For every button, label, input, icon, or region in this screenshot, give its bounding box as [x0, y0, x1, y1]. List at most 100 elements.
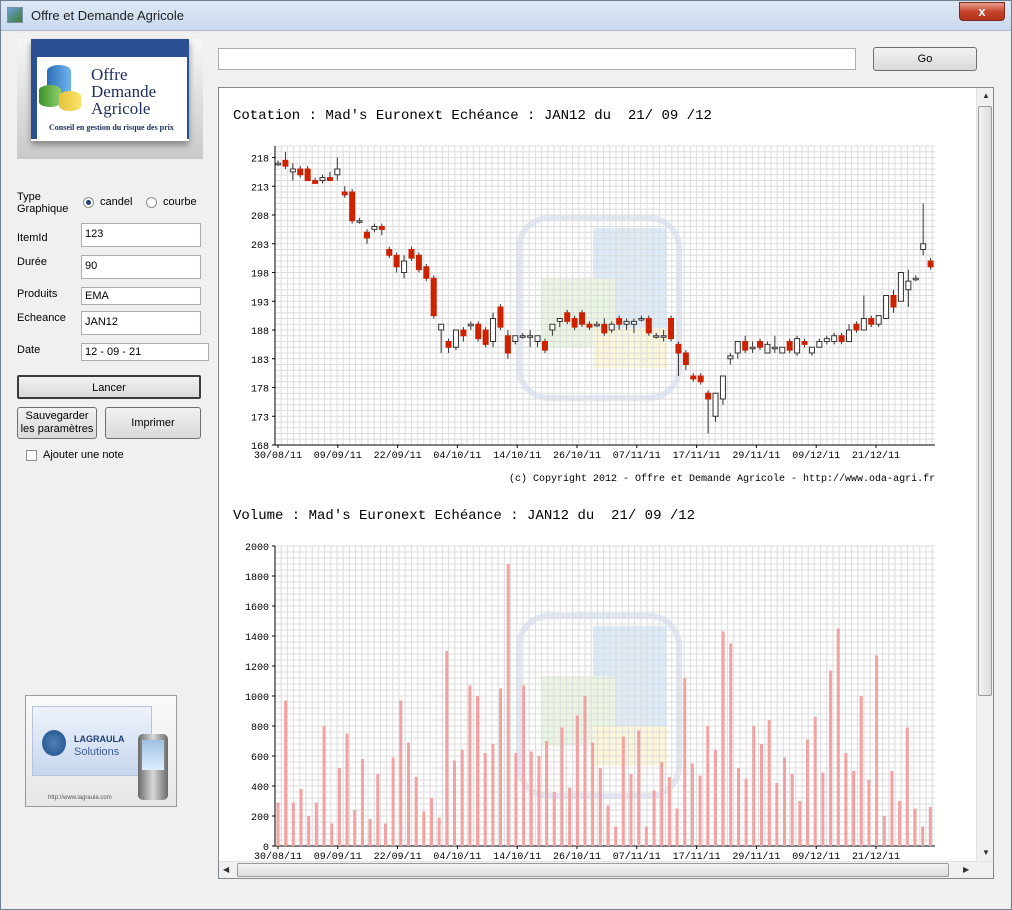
- volume-bar: [360, 759, 364, 846]
- volume-bar: [759, 744, 763, 846]
- y-tick-label: 218: [251, 155, 269, 166]
- go-button[interactable]: Go: [873, 47, 977, 71]
- candel-radio[interactable]: [83, 197, 94, 208]
- candle: [423, 263, 430, 282]
- duree-label: Durée: [17, 256, 47, 268]
- y-tick-label: 1000: [245, 693, 269, 704]
- candle: [289, 163, 296, 181]
- volume-bar: [875, 655, 879, 846]
- search-input[interactable]: [218, 48, 856, 70]
- y-tick-label: 208: [251, 212, 269, 223]
- candle: [371, 223, 378, 233]
- y-tick-label: 178: [251, 385, 269, 396]
- volume-bar: [806, 739, 810, 846]
- echeance-field[interactable]: JAN12: [81, 311, 201, 335]
- oda-logo: Offre & Demande Agricole Conseil en gest…: [17, 39, 203, 159]
- volume-bar: [483, 753, 487, 846]
- window-title: Offre et Demande Agricole: [31, 8, 184, 23]
- horizontal-scroll-thumb[interactable]: [237, 863, 949, 877]
- volume-bar: [921, 826, 925, 846]
- candle: [326, 171, 333, 181]
- volume-bar: [560, 727, 564, 846]
- volume-bar: [284, 700, 288, 846]
- volume-bar: [644, 826, 648, 846]
- y-tick-label: 800: [251, 723, 269, 734]
- volume-bar: [330, 823, 334, 846]
- imprimer-button[interactable]: Imprimer: [105, 407, 201, 439]
- scroll-right-icon[interactable]: ▶: [963, 865, 969, 875]
- itemid-field[interactable]: 123: [81, 223, 201, 247]
- candle: [764, 341, 771, 354]
- lagraula-banner[interactable]: LAGRAULA Solutions http://www.lagraula.c…: [25, 695, 177, 807]
- volume-bar: [537, 756, 541, 846]
- courbe-radio[interactable]: [146, 197, 157, 208]
- date-label: Date: [17, 344, 41, 356]
- lagraula-brand: LAGRAULA: [74, 734, 125, 744]
- candle: [452, 329, 459, 351]
- phone-icon: [138, 734, 168, 800]
- copyright-text: (c) Copyright 2012 - Offre et Demande Ag…: [509, 474, 936, 485]
- sauvegarder-button[interactable]: Sauvegarder les paramètres: [17, 407, 97, 439]
- candle: [504, 330, 511, 359]
- candle: [786, 338, 793, 353]
- volume-bar: [406, 742, 410, 846]
- volume-bar: [591, 742, 595, 846]
- volume-bar: [468, 685, 472, 846]
- candle: [408, 246, 415, 261]
- close-button[interactable]: x: [959, 2, 1005, 21]
- candle: [705, 390, 712, 434]
- volume-bar: [675, 808, 679, 846]
- candel-radio-label: candel: [100, 196, 133, 208]
- volume-bar: [422, 811, 426, 846]
- volume-bar: [790, 774, 794, 846]
- scroll-left-icon[interactable]: ◀: [223, 865, 229, 875]
- candle: [883, 295, 890, 319]
- volume-bar: [798, 801, 802, 846]
- volume-bar: [890, 771, 894, 846]
- lancer-button[interactable]: Lancer: [17, 375, 201, 399]
- volume-bar: [299, 789, 303, 846]
- candle: [312, 177, 319, 184]
- volume-bar: [337, 768, 341, 846]
- candle: [727, 353, 734, 365]
- volume-bar: [353, 810, 357, 846]
- logo-line1: Offre: [91, 65, 128, 84]
- candle: [645, 315, 652, 336]
- main-window: Offre et Demande Agricole x Offre & Dema…: [0, 0, 1012, 910]
- produits-label: Produits: [17, 288, 58, 300]
- candle: [393, 252, 400, 273]
- volume-bar: [414, 777, 418, 846]
- y-tick-label: 213: [251, 183, 269, 194]
- produits-field[interactable]: EMA: [81, 287, 201, 305]
- y-tick-label: 188: [251, 327, 269, 338]
- y-tick-label: 203: [251, 241, 269, 252]
- volume-bar: [652, 790, 656, 846]
- volume-bar: [844, 753, 848, 846]
- volume-bar: [660, 762, 664, 846]
- y-tick-label: 193: [251, 298, 269, 309]
- cotation-chart: 16817317818318819319820320821321830/08/1…: [251, 145, 935, 462]
- volume-bar: [606, 805, 610, 846]
- candle: [467, 321, 474, 330]
- scroll-down-icon[interactable]: ▼: [982, 848, 990, 858]
- duree-field[interactable]: 90: [81, 255, 201, 279]
- volume-bar: [852, 771, 856, 846]
- y-tick-label: 173: [251, 413, 269, 424]
- vertical-scrollbar[interactable]: ▲ ▼: [976, 88, 993, 862]
- vertical-scroll-thumb[interactable]: [978, 106, 992, 696]
- volume-bar: [859, 696, 863, 846]
- volume-bar: [399, 700, 403, 846]
- volume-bar: [545, 741, 549, 846]
- candle: [482, 327, 489, 348]
- x-tick-label: 09/09/11: [314, 450, 362, 462]
- logo-line3: Agricole: [91, 99, 151, 118]
- horizontal-scrollbar[interactable]: ◀ ▶: [219, 861, 993, 878]
- ajouter-note-checkbox[interactable]: [26, 450, 37, 461]
- date-picker[interactable]: 12 - 09 - 21: [81, 343, 209, 361]
- x-tick-label: 26/10/11: [553, 450, 601, 462]
- chart-panel[interactable]: Cotation : Mad's Euronext Echéance : JAN…: [218, 87, 994, 879]
- volume-bar: [568, 787, 572, 846]
- volume-bar: [783, 757, 787, 846]
- y-tick-label: 1400: [245, 633, 269, 644]
- scroll-up-icon[interactable]: ▲: [982, 91, 990, 101]
